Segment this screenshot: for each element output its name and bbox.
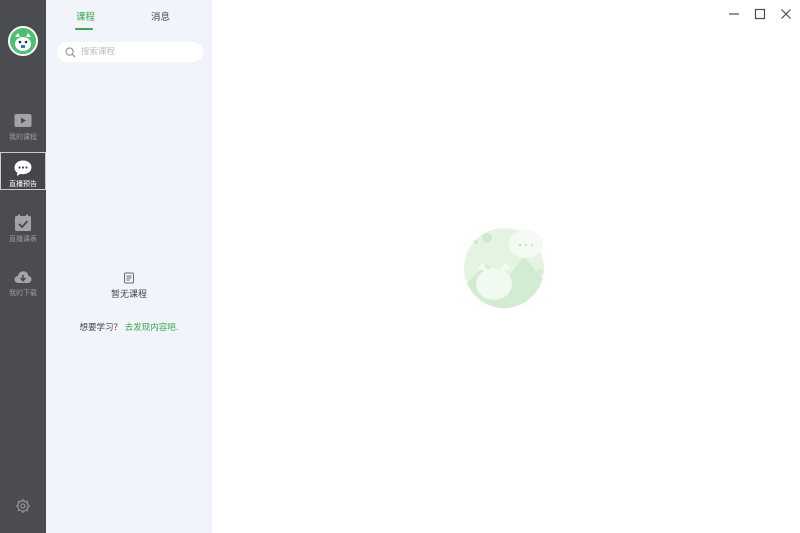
rail-label: 直播预告 [9,180,37,188]
tab-courses[interactable]: 课程 [76,12,95,24]
avatar[interactable] [8,26,38,56]
tab-messages[interactable]: 消息 [151,12,170,24]
rail-label: 我的课程 [9,133,37,141]
discover-prompt-text: 想要学习？ [79,323,123,333]
discover-prompt: 想要学习？ 去发现内容吧. [46,322,212,334]
discover-content-link[interactable]: 去发现内容吧. [125,323,179,333]
rail-label: 我的下载 [9,289,37,297]
app-window: 我的课程 直播预告 直播课表 我的下载 课程 消息 搜索课程 暂无课程 想要学习… [0,0,800,533]
gear-icon[interactable] [15,498,31,514]
minimize-icon[interactable] [726,6,742,22]
left-rail: 我的课程 直播预告 直播课表 我的下载 [0,0,46,533]
empty-illustration-icon [464,228,544,308]
panel-tabs: 课程 消息 [46,0,212,34]
rail-item-my-downloads[interactable]: 我的下载 [0,262,46,300]
close-icon[interactable] [778,6,794,22]
search-icon [65,46,76,57]
empty-state-title: 暂无课程 [110,290,147,300]
search-box[interactable] [57,42,203,62]
play-icon [14,114,32,127]
rail-item-my-courses[interactable]: 我的课程 [0,106,46,144]
chat-bubble-icon [14,160,32,176]
cloud-download-icon [14,271,32,283]
main-content [212,0,800,533]
empty-list-icon [124,272,134,284]
rail-item-live-schedule[interactable]: 直播课表 [0,208,46,246]
rail-label: 直播课表 [9,235,37,243]
avatar-face-icon [10,28,36,54]
calendar-check-icon [15,214,31,231]
search-input[interactable] [81,47,191,57]
rail-item-live-preview[interactable]: 直播预告 [0,152,46,190]
active-tab-indicator [75,28,93,30]
maximize-icon[interactable] [752,6,768,22]
course-panel: 课程 消息 暂无课程 想要学习？ 去发现内容吧. [46,0,212,533]
